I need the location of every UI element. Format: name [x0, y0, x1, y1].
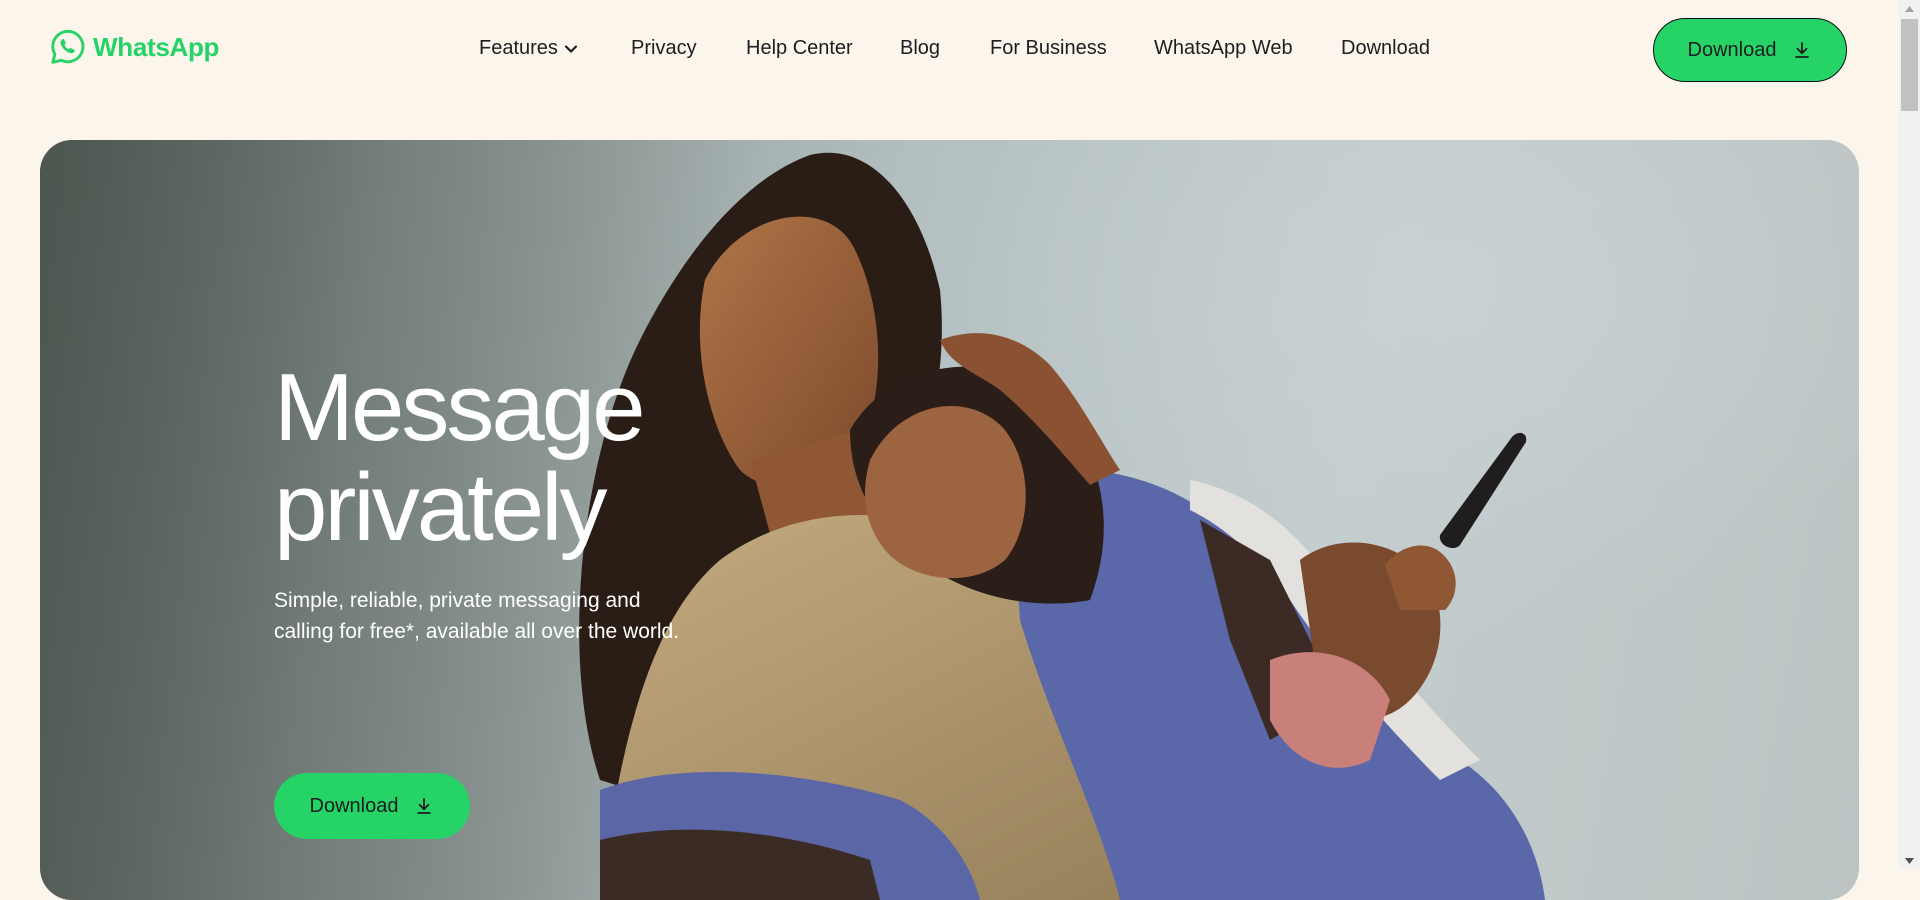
header-download-button[interactable]: Download [1653, 18, 1847, 82]
whatsapp-logo-icon [51, 29, 85, 64]
hero-title: Message privately [274, 354, 646, 561]
nav-features[interactable]: Features [479, 37, 580, 60]
nav-download[interactable]: Download [1341, 37, 1430, 60]
hero-section: Message privately Simple, reliable, priv… [40, 140, 1859, 900]
page-scrollbar[interactable] [1899, 0, 1920, 869]
header-download-label: Download [1687, 38, 1777, 61]
hero-subtitle: Simple, reliable, private messaging and … [274, 589, 680, 643]
hero-title-line-1: Message [274, 354, 646, 461]
nav-privacy[interactable]: Privacy [631, 37, 697, 60]
nav-blog[interactable]: Blog [900, 37, 940, 60]
hero-download-button[interactable]: Download [274, 773, 470, 839]
scroll-down-arrow-icon[interactable] [1899, 852, 1920, 869]
hero-title-line-2: privately [274, 454, 607, 561]
nav-for-business[interactable]: For Business [990, 37, 1107, 60]
nav-whatsapp-web[interactable]: WhatsApp Web [1154, 37, 1293, 60]
brand-name: WhatsApp [93, 31, 220, 62]
scroll-up-arrow-icon[interactable] [1899, 0, 1920, 17]
download-icon [1795, 42, 1810, 58]
scrollbar-thumb[interactable] [1901, 19, 1918, 111]
chevron-down-icon [564, 44, 578, 53]
nav-help-center[interactable]: Help Center [746, 37, 853, 60]
hero-download-label: Download [309, 794, 399, 817]
download-icon [417, 798, 432, 814]
site-header: WhatsApp Features Privacy Help Center Bl… [0, 0, 1899, 100]
nav-features-label: Features [479, 37, 558, 59]
whatsapp-logo[interactable]: WhatsApp [49, 28, 219, 66]
